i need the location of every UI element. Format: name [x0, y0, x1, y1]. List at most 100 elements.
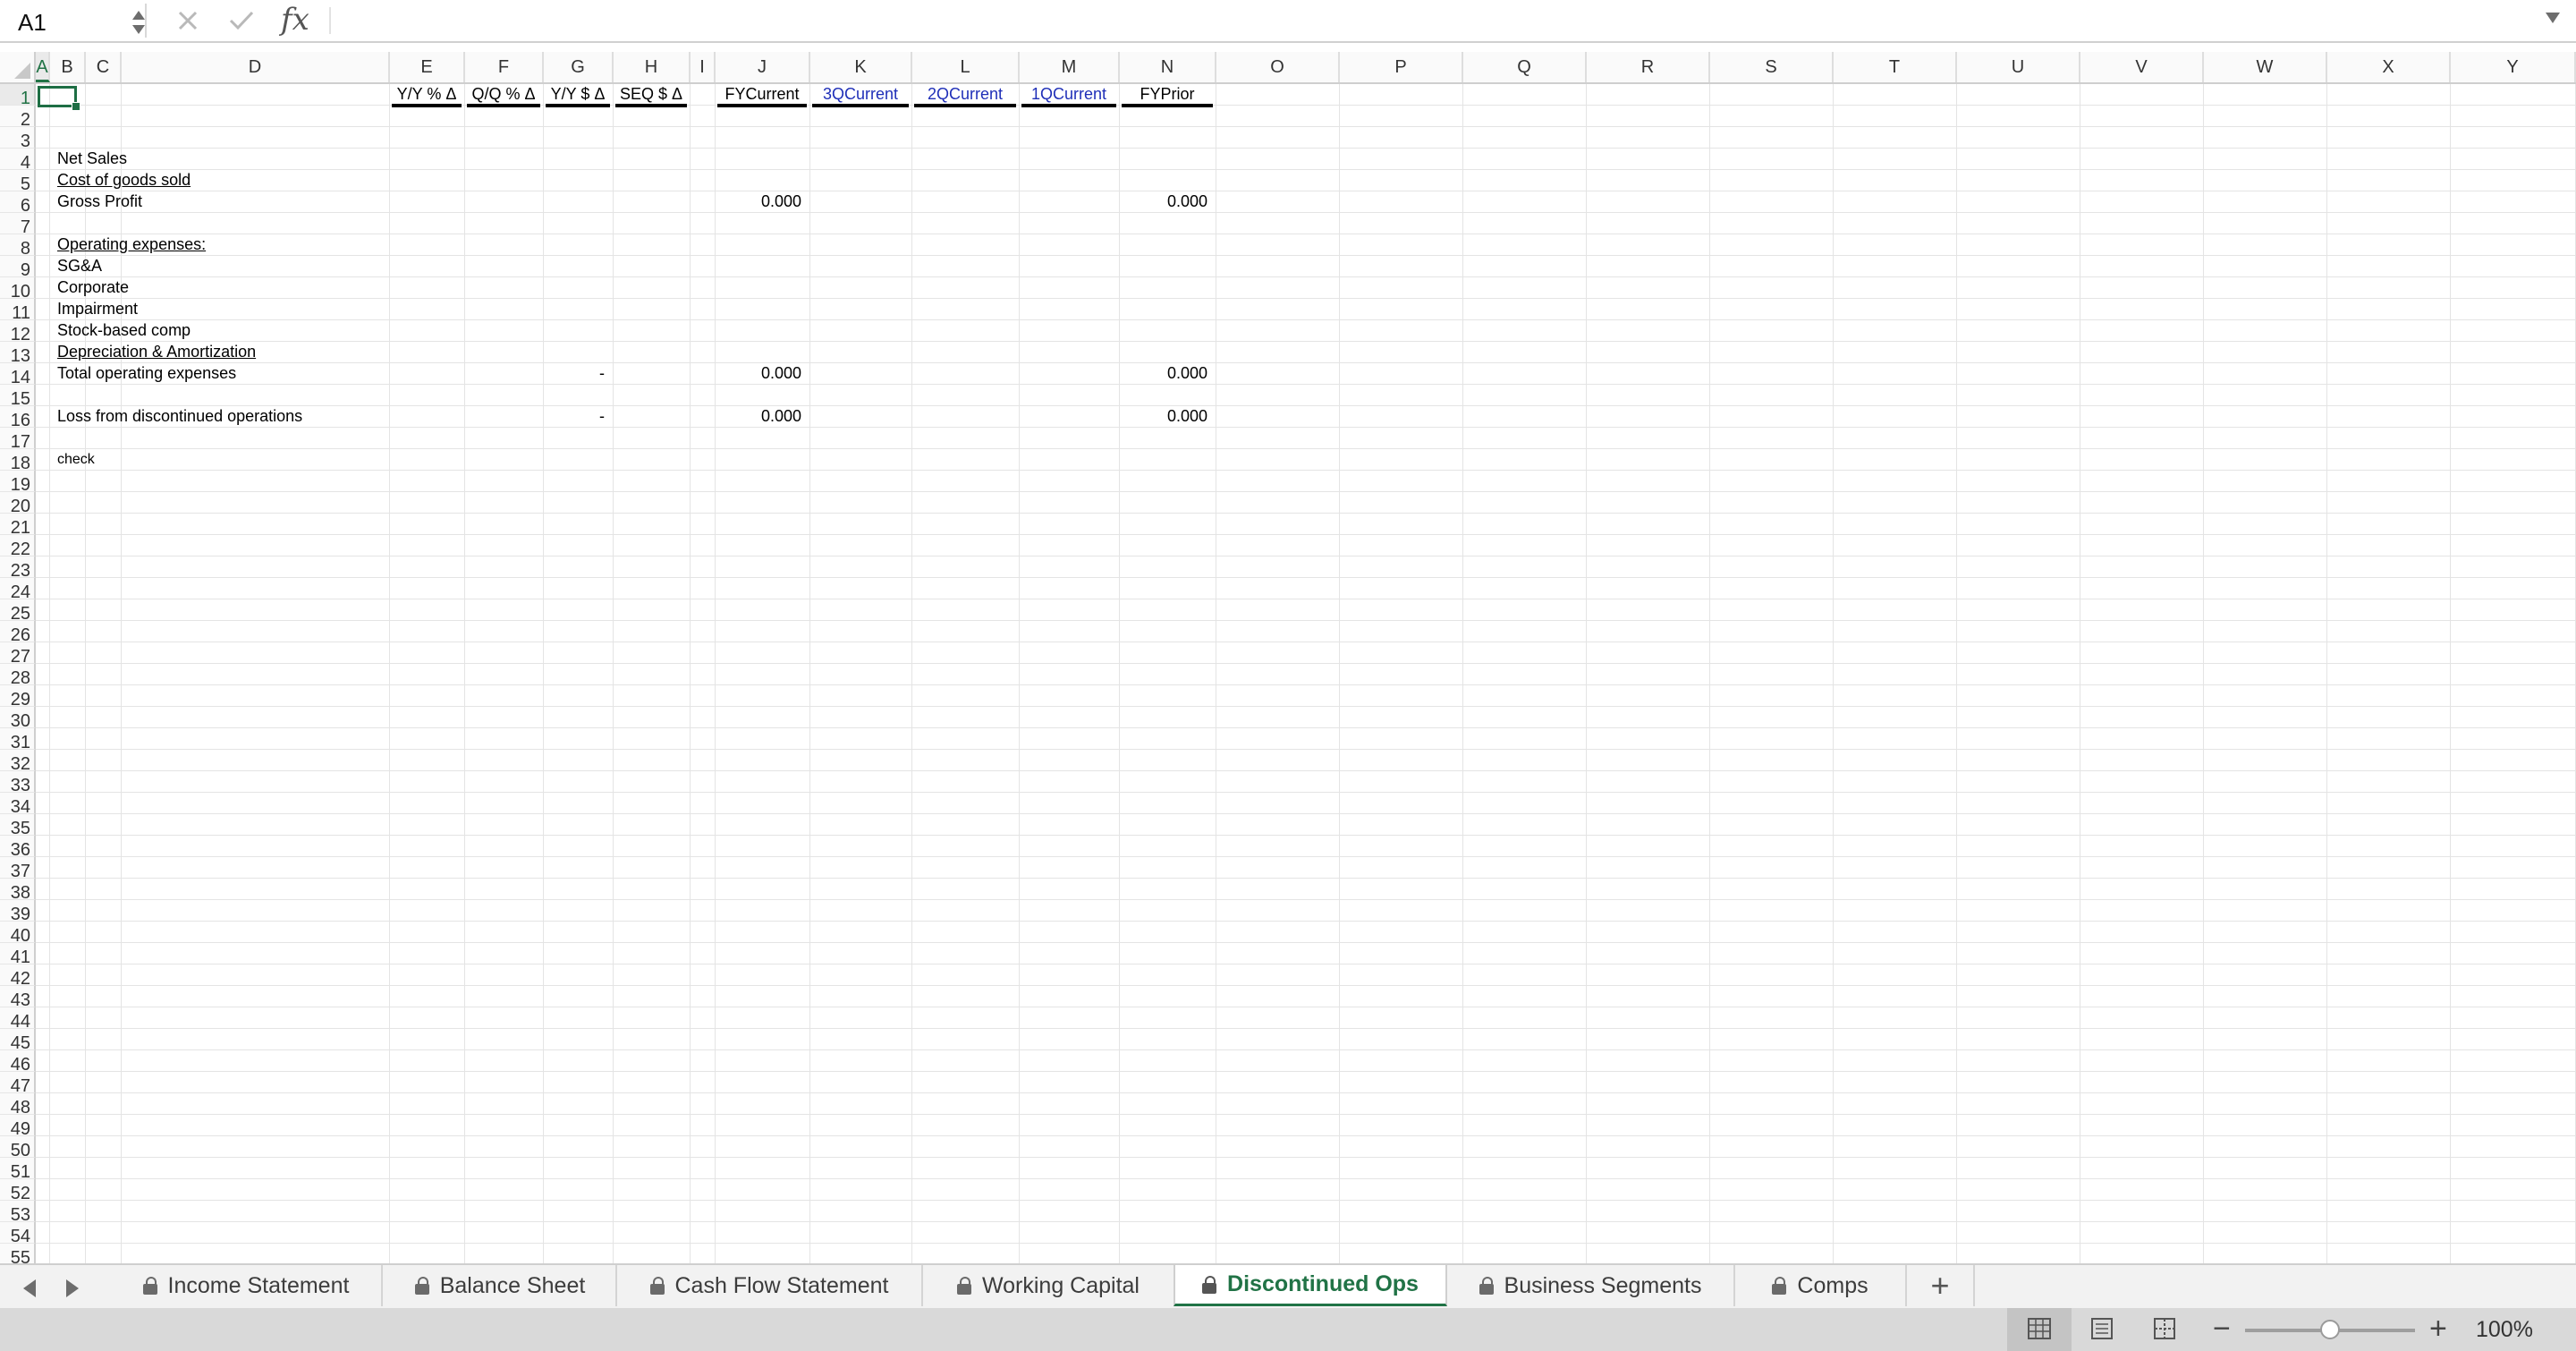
row-header-39[interactable]: 39 — [0, 900, 36, 924]
row-header-8[interactable]: 8 — [0, 234, 36, 259]
cell-layer[interactable]: Y/Y % Δ Q/Q % Δ Y/Y $ Δ SEQ $ Δ FYCurrent 3QC… — [0, 52, 2576, 1263]
column-header-K[interactable]: K — [810, 52, 912, 82]
row-header-49[interactable]: 49 — [0, 1115, 36, 1139]
cell-j1[interactable]: FYCurrent — [717, 84, 807, 107]
row-header-20[interactable]: 20 — [0, 492, 36, 516]
row-header-38[interactable]: 38 — [0, 879, 36, 903]
previous-sheet-icon[interactable] — [23, 1279, 36, 1297]
row-header-16[interactable]: 16 — [0, 406, 36, 430]
row-header-41[interactable]: 41 — [0, 943, 36, 967]
cell-b4[interactable]: Net Sales — [57, 149, 127, 169]
worksheet-grid[interactable]: Y/Y % Δ Q/Q % Δ Y/Y $ Δ SEQ $ Δ FYCurrent 3QC… — [0, 52, 2576, 1263]
row-header-55[interactable]: 55 — [0, 1244, 36, 1263]
normal-view-icon[interactable] — [2027, 1317, 2052, 1340]
row-header-42[interactable]: 42 — [0, 964, 36, 989]
add-sheet-button[interactable]: + — [1907, 1265, 1975, 1306]
sheet-tab-discontinued-ops[interactable]: Discontinued Ops — [1174, 1265, 1447, 1306]
page-layout-icon[interactable] — [2089, 1317, 2114, 1340]
cell-b12[interactable]: Stock-based comp — [57, 320, 191, 341]
row-header-31[interactable]: 31 — [0, 728, 36, 752]
fx-icon[interactable]: fx — [281, 2, 309, 38]
column-header-O[interactable]: O — [1216, 52, 1340, 82]
row-header-50[interactable]: 50 — [0, 1136, 36, 1160]
cell-g14[interactable]: - — [546, 363, 605, 384]
sheet-tab-balance-sheet[interactable]: Balance Sheet — [385, 1265, 617, 1306]
column-header-J[interactable]: J — [716, 52, 810, 82]
row-header-17[interactable]: 17 — [0, 428, 36, 452]
name-box-value[interactable]: A1 — [18, 9, 47, 37]
column-header-S[interactable]: S — [1710, 52, 1834, 82]
row-header-30[interactable]: 30 — [0, 707, 36, 731]
row-header-10[interactable]: 10 — [0, 277, 36, 302]
select-all-corner[interactable] — [0, 52, 36, 82]
next-sheet-icon[interactable] — [66, 1279, 79, 1297]
formula-input[interactable] — [340, 5, 2526, 38]
cell-l1[interactable]: 2QCurrent — [914, 84, 1016, 107]
row-header-27[interactable]: 27 — [0, 642, 36, 667]
cell-b11[interactable]: Impairment — [57, 299, 138, 319]
cell-n6[interactable]: 0.000 — [1122, 191, 1208, 212]
cell-n1[interactable]: FYPrior — [1122, 84, 1213, 107]
column-header-D[interactable]: D — [122, 52, 390, 82]
column-header-E[interactable]: E — [390, 52, 465, 82]
column-header-C[interactable]: C — [86, 52, 122, 82]
cell-j6[interactable]: 0.000 — [717, 191, 801, 212]
row-header-37[interactable]: 37 — [0, 857, 36, 881]
row-header-25[interactable]: 25 — [0, 599, 36, 624]
row-header-18[interactable]: 18 — [0, 449, 36, 473]
column-header-U[interactable]: U — [1957, 52, 2080, 82]
enter-icon[interactable] — [220, 4, 263, 38]
cell-f1[interactable]: Q/Q % Δ — [467, 84, 540, 107]
column-header-Y[interactable]: Y — [2451, 52, 2576, 82]
expand-formula-bar-icon[interactable] — [2546, 13, 2560, 23]
row-header-15[interactable]: 15 — [0, 385, 36, 409]
row-header-47[interactable]: 47 — [0, 1072, 36, 1096]
row-header-23[interactable]: 23 — [0, 557, 36, 581]
column-header-P[interactable]: P — [1340, 52, 1463, 82]
row-header-46[interactable]: 46 — [0, 1050, 36, 1075]
cell-j16[interactable]: 0.000 — [717, 406, 801, 427]
column-header-M[interactable]: M — [1020, 52, 1120, 82]
row-header-11[interactable]: 11 — [0, 299, 36, 323]
row-header-24[interactable]: 24 — [0, 578, 36, 602]
column-header-G[interactable]: G — [544, 52, 614, 82]
sheet-tab-comps[interactable]: Comps — [1735, 1265, 1907, 1306]
column-header-F[interactable]: F — [465, 52, 544, 82]
row-header-12[interactable]: 12 — [0, 320, 36, 344]
column-header-V[interactable]: V — [2080, 52, 2204, 82]
name-box-stepper-icon[interactable] — [129, 5, 147, 36]
row-header-3[interactable]: 3 — [0, 127, 36, 151]
row-header-40[interactable]: 40 — [0, 922, 36, 946]
sheet-tab-business-segments[interactable]: Business Segments — [1447, 1265, 1735, 1306]
cell-g1[interactable]: Y/Y $ Δ — [546, 84, 610, 107]
row-header-34[interactable]: 34 — [0, 793, 36, 817]
row-header-19[interactable]: 19 — [0, 471, 36, 495]
cell-m1[interactable]: 1QCurrent — [1021, 84, 1116, 107]
column-header-N[interactable]: N — [1120, 52, 1216, 82]
column-header-T[interactable]: T — [1834, 52, 1957, 82]
zoom-out-button[interactable]: − — [2213, 1312, 2231, 1347]
cell-b5[interactable]: Cost of goods sold — [57, 170, 191, 191]
cell-e1[interactable]: Y/Y % Δ — [392, 84, 462, 107]
row-header-26[interactable]: 26 — [0, 621, 36, 645]
cancel-icon[interactable] — [166, 4, 209, 38]
cell-j14[interactable]: 0.000 — [717, 363, 801, 384]
cell-b6[interactable]: Gross Profit — [57, 191, 142, 212]
row-header-32[interactable]: 32 — [0, 750, 36, 774]
row-header-5[interactable]: 5 — [0, 170, 36, 194]
column-header-A[interactable]: A — [36, 52, 50, 82]
cell-b10[interactable]: Corporate — [57, 277, 129, 298]
row-header-22[interactable]: 22 — [0, 535, 36, 559]
column-header-W[interactable]: W — [2204, 52, 2327, 82]
row-header-9[interactable]: 9 — [0, 256, 36, 280]
row-header-21[interactable]: 21 — [0, 514, 36, 538]
column-header-H[interactable]: H — [614, 52, 691, 82]
cell-g16[interactable]: - — [546, 406, 605, 427]
row-header-6[interactable]: 6 — [0, 191, 36, 216]
row-header-4[interactable]: 4 — [0, 149, 36, 173]
row-header-36[interactable]: 36 — [0, 836, 36, 860]
sheet-tab-cash-flow-statement[interactable]: Cash Flow Statement — [617, 1265, 923, 1306]
row-header-48[interactable]: 48 — [0, 1093, 36, 1117]
cell-b18[interactable]: check — [57, 449, 95, 470]
row-header-28[interactable]: 28 — [0, 664, 36, 688]
